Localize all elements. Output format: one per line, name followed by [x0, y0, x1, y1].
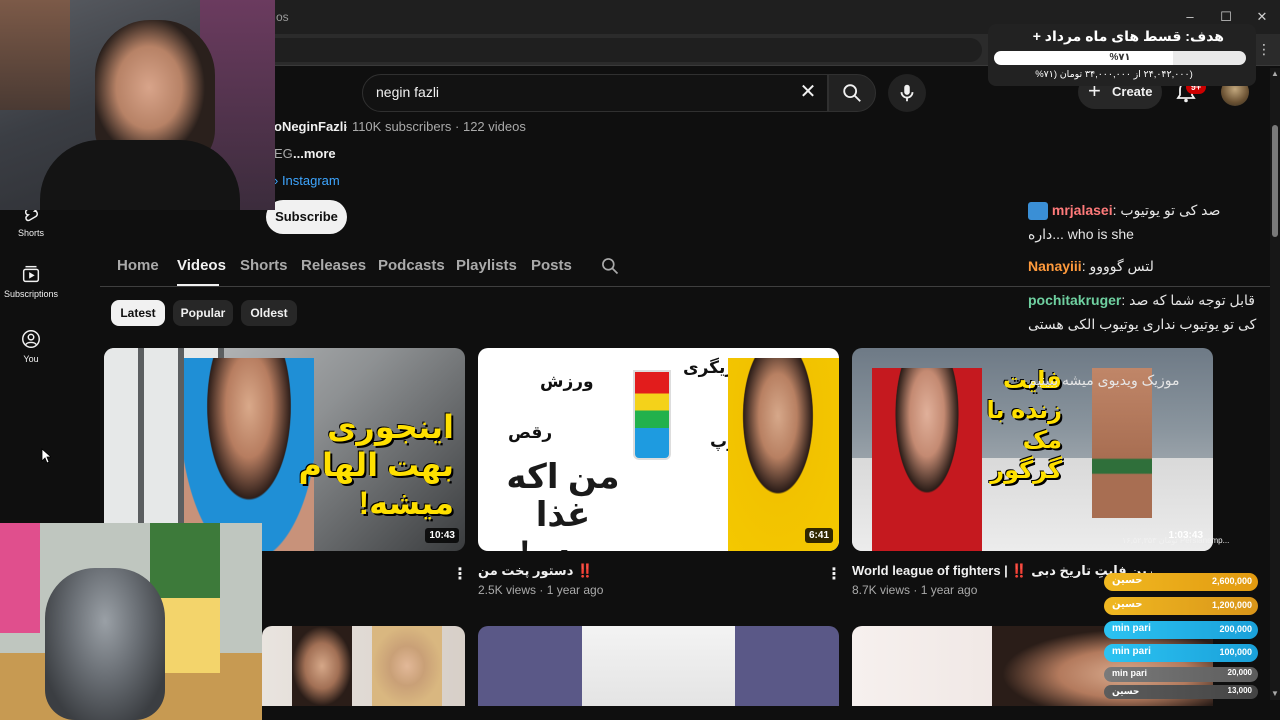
donor-name: حسین [1112, 599, 1143, 610]
donation-row: حسین 2,600,000 [1104, 573, 1258, 591]
guide-label-shorts: Shorts [17, 228, 44, 238]
browser-menu-button[interactable]: ⋮ [1256, 41, 1272, 59]
chat-message: mrjalasei: صد کی تو یوتیوب داره... who i… [1028, 202, 1221, 242]
donor-name: min pari [1112, 646, 1151, 657]
video-thumbnail[interactable] [262, 626, 465, 706]
scroll-down-arrow-icon[interactable]: ▼ [1270, 689, 1280, 698]
donation-row: min pari 20,000 [1104, 667, 1258, 682]
person-graphic [292, 626, 352, 706]
thumbnail-label: رقص [508, 423, 553, 442]
video-more-options-button[interactable]: ⋮ [452, 564, 468, 584]
photo-graphic [582, 626, 735, 706]
search-icon [843, 84, 861, 102]
guide-item-subscriptions[interactable]: Subscriptions [0, 263, 62, 299]
scroll-up-arrow-icon[interactable]: ▲ [1270, 69, 1280, 78]
shelf-graphic [0, 0, 70, 110]
tab-posts[interactable]: Posts [531, 257, 572, 274]
person-graphic [372, 626, 442, 706]
search-query-text: negin fazli [376, 84, 440, 100]
donation-goal-detail: (۲۴,۰۴۲,۰۰۰ از ۳۴,۰۰۰,۰۰۰ تومان (۷۱% [1035, 69, 1193, 80]
address-bar-text: os [276, 10, 289, 24]
donor-name: min pari [1112, 623, 1151, 634]
guide-label-subscriptions: Subscriptions [3, 289, 59, 299]
chip-oldest[interactable]: Oldest [241, 300, 297, 326]
video-meta: 2.5K views · 1 year ago [478, 583, 604, 597]
tab-podcasts[interactable]: Podcasts [378, 257, 445, 274]
chip-popular[interactable]: Popular [173, 300, 233, 326]
streamer-webcam-overlay [0, 0, 275, 210]
tab-home[interactable]: Home [117, 257, 159, 274]
subscriptions-icon [22, 265, 40, 283]
search-button[interactable] [828, 74, 876, 112]
donor-name: حسین [1112, 686, 1140, 696]
channel-description-more-link[interactable]: ...more [293, 146, 336, 161]
donation-amount: 13,000 [1227, 686, 1252, 695]
donation-row: min pari 200,000 [1104, 621, 1258, 639]
channel-stats: · 110K subscribers · 122 videos [344, 119, 526, 134]
video-thumbnail[interactable] [478, 626, 839, 706]
close-window-button[interactable]: ✕ [1252, 8, 1272, 26]
donation-amount: 2,600,000 [1211, 576, 1252, 586]
tab-releases[interactable]: Releases [301, 257, 366, 274]
microphone-icon [900, 84, 914, 102]
tab-shorts[interactable]: Shorts [240, 257, 288, 274]
donor-name: min pari [1112, 668, 1148, 678]
cartoon-gorilla-graphic [45, 568, 165, 720]
layered-glass-graphic [633, 370, 671, 460]
video-meta: 8.7K views · 1 year ago [852, 583, 978, 597]
channel-handle: oNeginFazli [274, 119, 347, 134]
video-title[interactable]: ‼️ دستور پخت من [478, 563, 593, 579]
mouse-cursor-icon [41, 448, 51, 464]
channel-instagram-link[interactable]: › Instagram [274, 173, 340, 188]
guide-item-you[interactable]: You [0, 328, 62, 364]
video-thumbnail[interactable]: اینجوری بهت الهام میشه! 10:43 [104, 348, 465, 551]
donation-amount: 20,000 [1227, 668, 1252, 677]
you-icon [22, 330, 40, 348]
subscribe-button[interactable]: Subscribe [266, 200, 347, 234]
voice-search-button[interactable] [888, 74, 926, 112]
tab-playlists[interactable]: Playlists [456, 257, 517, 274]
donation-goal-percent: %۷۱ [1109, 52, 1131, 63]
tab-videos[interactable]: Videos [177, 257, 226, 274]
donation-row: حسین 1,200,000 [1104, 597, 1258, 615]
chat-text: موزیک ویدیوی میشه ببینیم [1028, 372, 1180, 388]
address-bar[interactable] [262, 38, 982, 62]
donation-amount: 1,200,000 [1211, 600, 1252, 610]
video-duration: 6:41 [804, 528, 833, 543]
chat-message: Nanayiii: لتس گوووو [1028, 258, 1154, 274]
chat-message: pochitakruger: قابل توجه شما که صد کی تو… [1028, 292, 1257, 332]
video-thumbnail[interactable]: ورزش بازیگری رقص رپ من اکه غذا بودم! 6:4… [478, 348, 839, 551]
scrollbar-thumb[interactable] [1272, 125, 1278, 237]
chat-text: لتس گوووو [1089, 258, 1154, 274]
cartoon-overlay [0, 523, 262, 720]
donation-row: min pari 100,000 [1104, 644, 1258, 662]
channel-description: EG [274, 146, 293, 161]
guide-label-you: You [23, 354, 39, 364]
thumbnail-text: من اکه غذا بودم! [506, 458, 620, 551]
chip-latest[interactable]: Latest [111, 300, 165, 326]
chat-username: pochitakruger [1028, 292, 1122, 308]
channel-search-icon[interactable] [600, 256, 620, 276]
cartoon-figure-graphic [0, 523, 40, 633]
thumbnail-text: اینجوری بهت الهام میشه! [298, 409, 454, 521]
clear-search-icon[interactable]: ✕ [796, 80, 820, 104]
create-label: Create [1112, 84, 1153, 99]
donation-row: حسین 13,000 [1104, 685, 1258, 699]
person-graphic [728, 358, 839, 551]
donation-amount: 100,000 [1219, 647, 1252, 657]
video-more-options-button[interactable]: ⋮ [826, 564, 842, 584]
thumbnail-label: ورزش [540, 372, 594, 391]
video-duration: 10:43 [425, 528, 459, 543]
donation-amount: 200,000 [1219, 624, 1252, 634]
tabs-divider [100, 286, 1270, 287]
hammer-badge-icon [1028, 202, 1048, 221]
chat-username: mrjalasei [1051, 202, 1113, 218]
chat-message: موزیک ویدیوی میشه ببینیم [1028, 368, 1258, 392]
donor-name: حسین [1112, 575, 1143, 586]
chat-username: Nanayiii [1028, 258, 1082, 274]
streamer-shirt-graphic [40, 140, 240, 210]
donation-trail-info: ۱۶,۵۲,۳۵۳ تومان Persianemp... [1122, 536, 1230, 545]
